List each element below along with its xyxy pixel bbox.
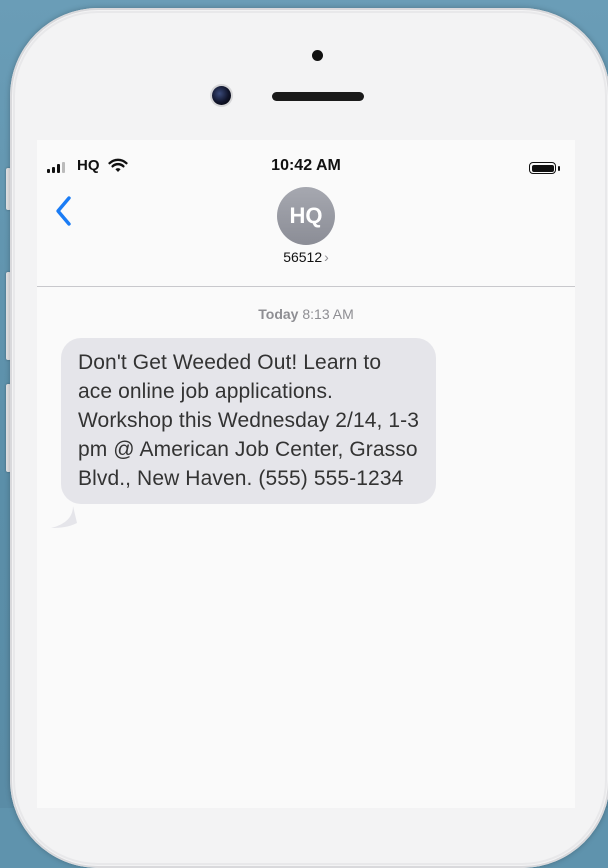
front-camera <box>212 86 231 105</box>
battery-icon <box>529 162 556 174</box>
timestamp-day: Today <box>258 306 299 322</box>
timestamp-time: 8:13 AM <box>302 306 354 322</box>
messages-screen: HQ 10:42 AM HQ 56512 › Today 8:13 AM Don'… <box>37 140 575 808</box>
chevron-right-icon: › <box>324 249 329 265</box>
incoming-message-bubble[interactable]: Don't Get Weeded Out! Learn to ace onlin… <box>61 338 436 504</box>
battery-nub <box>558 166 560 171</box>
chevron-left-icon <box>56 196 71 226</box>
sender-number: 56512 <box>283 249 323 265</box>
status-bar: HQ 10:42 AM <box>37 140 575 178</box>
bubble-tail <box>51 506 77 528</box>
earpiece-speaker <box>272 92 364 101</box>
contact-details-button[interactable]: 56512 › <box>37 249 575 265</box>
nav-divider <box>37 286 575 287</box>
status-time: 10:42 AM <box>271 157 341 174</box>
contact-avatar[interactable]: HQ <box>277 187 335 245</box>
proximity-sensor <box>312 50 323 61</box>
back-button[interactable] <box>54 195 74 227</box>
message-timestamp: Today 8:13 AM <box>37 306 575 322</box>
